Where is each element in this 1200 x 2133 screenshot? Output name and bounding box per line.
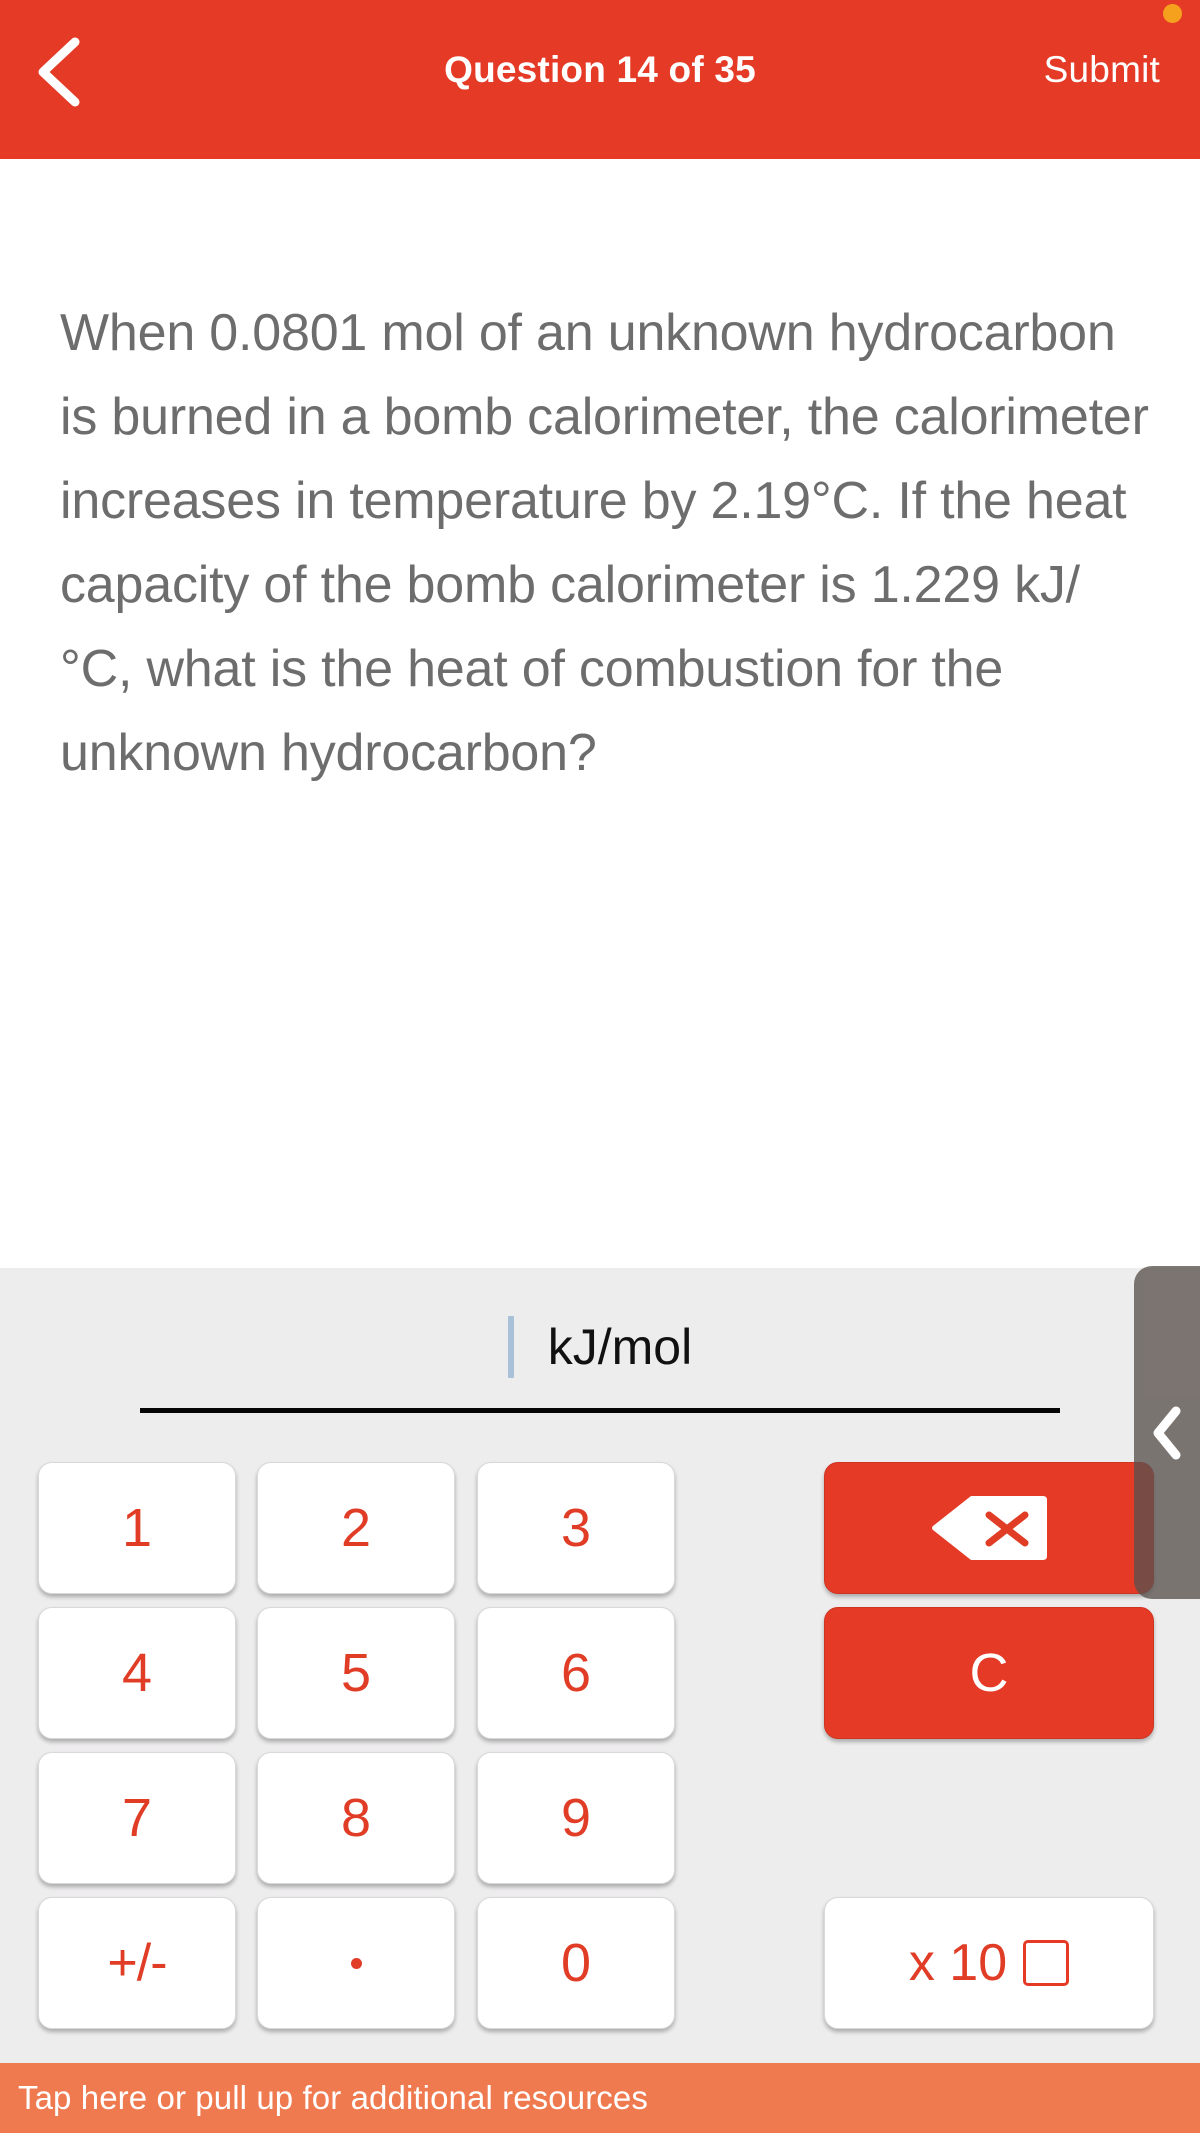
notification-dot-icon <box>1163 4 1182 23</box>
question-area: When 0.0801 mol of an unknown hydrocarbo… <box>0 159 1200 1268</box>
answer-input-row[interactable]: kJ/mol <box>0 1292 1200 1402</box>
key-label: 4 <box>121 1643 153 1703</box>
key-label: 6 <box>560 1643 592 1703</box>
answer-input[interactable]: kJ/mol <box>140 1292 1060 1402</box>
exponent-key[interactable]: x 10 <box>824 1897 1154 2029</box>
key-7[interactable]: 7 <box>38 1752 236 1884</box>
key-1[interactable]: 1 <box>38 1462 236 1594</box>
submit-button[interactable]: Submit <box>1044 48 1160 92</box>
key-3[interactable]: 3 <box>477 1462 675 1594</box>
key-plus-minus[interactable]: +/- <box>38 1897 236 2029</box>
page-title: Question 14 of 35 <box>444 49 756 90</box>
additional-resources-banner[interactable]: Tap here or pull up for additional resou… <box>0 2063 1200 2133</box>
key-label: C <box>969 1643 1009 1703</box>
key-label: 8 <box>340 1788 372 1848</box>
key-label: 7 <box>121 1788 153 1848</box>
key-label: 2 <box>340 1498 372 1558</box>
key-9[interactable]: 9 <box>477 1752 675 1884</box>
backspace-icon <box>932 1496 1047 1560</box>
exponent-key-label: x 10 <box>908 1933 1070 1993</box>
chevron-left-icon <box>1153 1406 1181 1459</box>
key-2[interactable]: 2 <box>257 1462 455 1594</box>
app-header: Question 14 of 35 Submit <box>0 0 1200 159</box>
side-drawer-tab[interactable] <box>1134 1266 1200 1599</box>
exponent-base-label: x 10 <box>908 1934 1008 1992</box>
keypad-panel: kJ/mol 1 2 3 4 5 6 7 8 9 +/- 0 C x 10 <box>0 1268 1200 2063</box>
key-label: 5 <box>340 1643 372 1703</box>
keypad-grid: 1 2 3 4 5 6 7 8 9 +/- 0 C x 10 <box>0 1462 1200 2042</box>
key-label: +/- <box>107 1934 167 1992</box>
key-decimal[interactable] <box>257 1897 455 2029</box>
answer-units-label: kJ/mol <box>547 1319 693 1375</box>
key-4[interactable]: 4 <box>38 1607 236 1739</box>
key-label: 0 <box>560 1933 592 1993</box>
key-label: 3 <box>560 1498 592 1558</box>
key-0[interactable]: 0 <box>477 1897 675 2029</box>
question-text: When 0.0801 mol of an unknown hydrocarbo… <box>60 304 1149 782</box>
banner-text: Tap here or pull up for additional resou… <box>18 2079 648 2116</box>
key-label: 9 <box>560 1788 592 1848</box>
key-6[interactable]: 6 <box>477 1607 675 1739</box>
decimal-point-icon <box>350 1957 362 1969</box>
key-5[interactable]: 5 <box>257 1607 455 1739</box>
exponent-placeholder-box-icon <box>1023 1940 1070 1986</box>
clear-key[interactable]: C <box>824 1607 1154 1739</box>
text-caret <box>507 1316 514 1378</box>
key-8[interactable]: 8 <box>257 1752 455 1884</box>
backspace-key[interactable] <box>824 1462 1154 1594</box>
key-label: 1 <box>121 1498 153 1558</box>
answer-underline <box>140 1408 1060 1413</box>
